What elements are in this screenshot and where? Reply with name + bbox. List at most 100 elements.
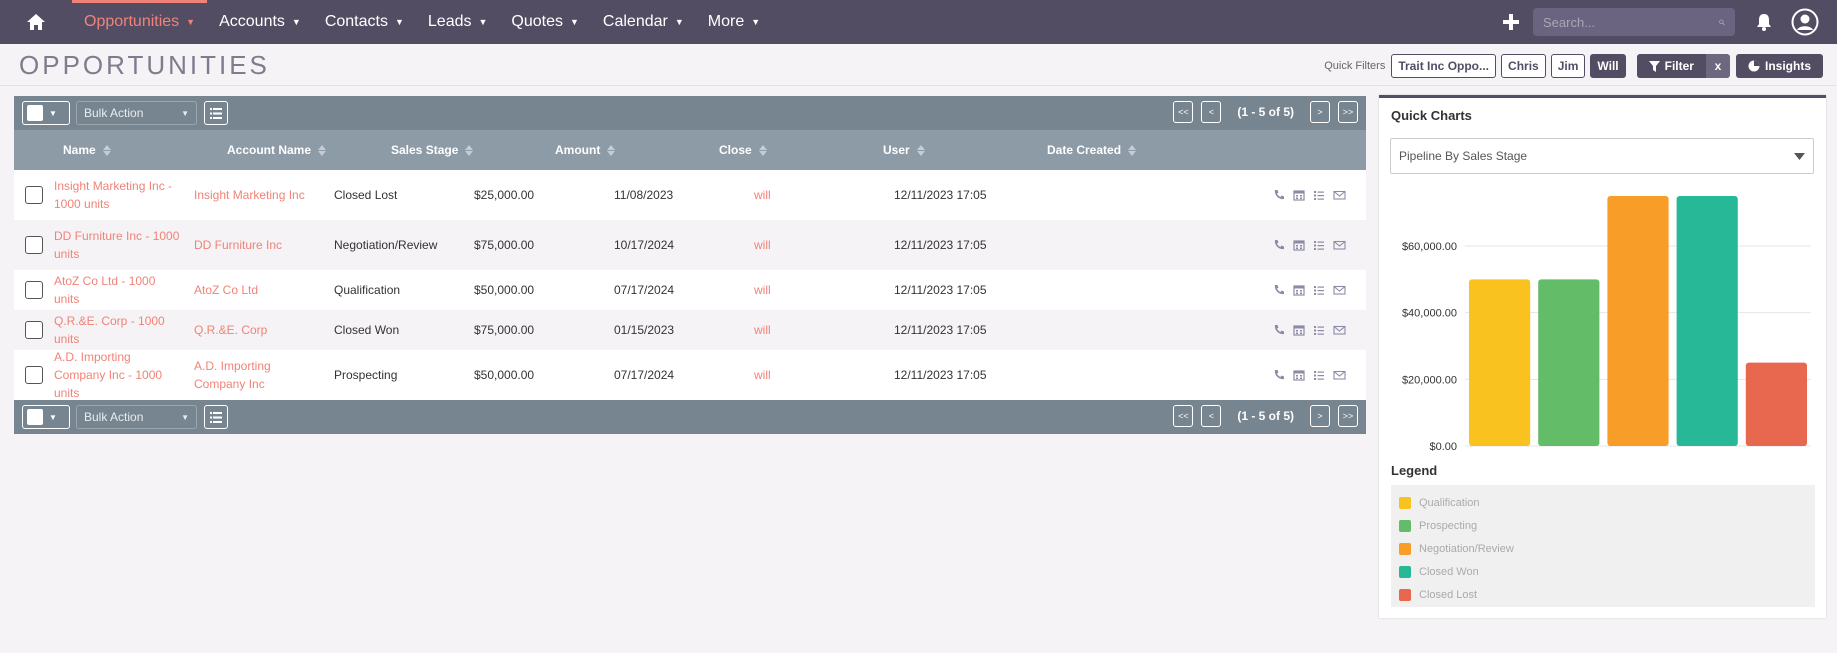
cell-account[interactable]: A.D. Importing Company Inc xyxy=(194,350,324,400)
bar-qualification[interactable] xyxy=(1469,279,1531,446)
column-header-sales-stage[interactable]: Sales Stage xyxy=(391,130,474,170)
select-all-dropdown[interactable]: ▼ xyxy=(22,405,70,429)
prev-page-button[interactable]: < xyxy=(1201,405,1222,427)
column-header-account-name[interactable]: Account Name xyxy=(227,130,327,170)
sort-icon[interactable] xyxy=(465,144,474,156)
bulk-action-dropdown[interactable]: Bulk Action ▼ xyxy=(76,101,197,125)
create-button[interactable] xyxy=(1489,13,1533,31)
next-page-button[interactable]: > xyxy=(1310,101,1330,123)
bar-closed-won[interactable] xyxy=(1676,196,1738,446)
column-header-date-created[interactable]: Date Created xyxy=(1047,130,1137,170)
cell-name[interactable]: A.D. Importing Company Inc - 1000 units xyxy=(54,350,184,400)
legend-item[interactable]: Closed Lost xyxy=(1399,583,1807,606)
row-checkbox[interactable] xyxy=(25,366,43,384)
legend-item[interactable]: Negotiation/Review xyxy=(1399,537,1807,560)
bar-prospecting[interactable] xyxy=(1538,279,1600,446)
cell-name[interactable]: Insight Marketing Inc - 1000 units xyxy=(54,170,184,220)
column-header-close[interactable]: Close xyxy=(719,130,767,170)
nav-item-quotes[interactable]: Quotes ▼ xyxy=(499,0,591,44)
legend-item[interactable]: Qualification xyxy=(1399,491,1807,514)
quick-filter-jim[interactable]: Jim xyxy=(1550,54,1586,78)
nav-item-accounts[interactable]: Accounts ▼ xyxy=(207,0,313,44)
home-button[interactable] xyxy=(0,0,72,44)
row-checkbox[interactable] xyxy=(25,186,43,204)
bulk-action-dropdown[interactable]: Bulk Action ▼ xyxy=(76,405,197,429)
bar-closed-lost[interactable] xyxy=(1745,362,1807,446)
cell-name[interactable]: DD Furniture Inc - 1000 units xyxy=(54,220,184,270)
calendar-icon[interactable] xyxy=(1293,239,1305,251)
cell-user[interactable]: will xyxy=(754,170,894,220)
column-header-user[interactable]: User xyxy=(883,130,925,170)
row-checkbox[interactable] xyxy=(25,281,43,299)
column-chooser-button[interactable] xyxy=(204,405,228,429)
select-all-checkbox[interactable] xyxy=(27,409,43,425)
select-all-checkbox[interactable] xyxy=(27,105,43,121)
email-icon[interactable] xyxy=(1333,189,1346,201)
legend-item[interactable]: Prospecting xyxy=(1399,514,1807,537)
notifications-button[interactable] xyxy=(1745,13,1783,31)
task-list-icon[interactable] xyxy=(1313,239,1325,251)
column-header-name[interactable]: Name xyxy=(63,130,111,170)
chart-type-select[interactable]: Pipeline By Sales Stage xyxy=(1390,138,1814,174)
last-page-button[interactable]: >> xyxy=(1338,405,1358,427)
nav-item-calendar[interactable]: Calendar ▼ xyxy=(591,0,696,44)
next-page-button[interactable]: > xyxy=(1310,405,1330,427)
sort-icon[interactable] xyxy=(758,144,767,156)
prev-page-button[interactable]: < xyxy=(1201,101,1222,123)
nav-item-opportunities[interactable]: Opportunities ▼ xyxy=(72,0,208,44)
select-all-dropdown[interactable]: ▼ xyxy=(22,101,70,125)
phone-icon[interactable] xyxy=(1273,189,1285,201)
clear-filter-button[interactable]: x xyxy=(1705,54,1730,78)
search-input[interactable] xyxy=(1543,14,1719,30)
cell-account[interactable]: Q.R.&E. Corp xyxy=(194,310,324,350)
column-header-amount[interactable]: Amount xyxy=(555,130,616,170)
nav-item-more[interactable]: More ▼ xyxy=(696,0,772,44)
cell-user[interactable]: will xyxy=(754,350,894,400)
quick-filter-will[interactable]: Will xyxy=(1590,54,1626,78)
sort-icon[interactable] xyxy=(1128,144,1137,156)
phone-icon[interactable] xyxy=(1273,239,1285,251)
cell-user[interactable]: will xyxy=(754,220,894,270)
sort-icon[interactable] xyxy=(318,144,327,156)
cell-user[interactable]: will xyxy=(754,270,894,310)
row-checkbox[interactable] xyxy=(25,321,43,339)
task-list-icon[interactable] xyxy=(1313,369,1325,381)
calendar-icon[interactable] xyxy=(1293,189,1305,201)
quick-filter-trait[interactable]: Trait Inc Oppo... xyxy=(1391,54,1497,78)
global-search[interactable] xyxy=(1533,8,1735,36)
nav-item-leads[interactable]: Leads ▼ xyxy=(416,0,500,44)
sort-icon[interactable] xyxy=(102,144,111,156)
column-chooser-button[interactable] xyxy=(204,101,228,125)
email-icon[interactable] xyxy=(1333,369,1346,381)
task-list-icon[interactable] xyxy=(1313,284,1325,296)
nav-item-contacts[interactable]: Contacts ▼ xyxy=(313,0,416,44)
email-icon[interactable] xyxy=(1333,324,1346,336)
user-menu-button[interactable] xyxy=(1783,8,1827,36)
task-list-icon[interactable] xyxy=(1313,189,1325,201)
calendar-icon[interactable] xyxy=(1293,324,1305,336)
phone-icon[interactable] xyxy=(1273,369,1285,381)
phone-icon[interactable] xyxy=(1273,284,1285,296)
calendar-icon[interactable] xyxy=(1293,369,1305,381)
sort-icon[interactable] xyxy=(607,144,616,156)
bar-negotiation-review[interactable] xyxy=(1607,196,1669,446)
task-list-icon[interactable] xyxy=(1313,324,1325,336)
search-icon[interactable] xyxy=(1719,16,1725,29)
last-page-button[interactable]: >> xyxy=(1338,101,1358,123)
email-icon[interactable] xyxy=(1333,284,1346,296)
cell-name[interactable]: Q.R.&E. Corp - 1000 units xyxy=(54,310,184,350)
calendar-icon[interactable] xyxy=(1293,284,1305,296)
cell-name[interactable]: AtoZ Co Ltd - 1000 units xyxy=(54,270,184,310)
cell-account[interactable]: Insight Marketing Inc xyxy=(194,170,324,220)
phone-icon[interactable] xyxy=(1273,324,1285,336)
insights-button[interactable]: Insights xyxy=(1735,54,1823,78)
cell-account[interactable]: DD Furniture Inc xyxy=(194,220,324,270)
first-page-button[interactable]: << xyxy=(1173,405,1194,427)
filter-button[interactable]: Filter xyxy=(1636,54,1706,78)
first-page-button[interactable]: << xyxy=(1173,101,1194,123)
sort-icon[interactable] xyxy=(916,144,925,156)
quick-filter-chris[interactable]: Chris xyxy=(1501,54,1546,78)
cell-account[interactable]: AtoZ Co Ltd xyxy=(194,270,324,310)
email-icon[interactable] xyxy=(1333,239,1346,251)
legend-item[interactable]: Closed Won xyxy=(1399,560,1807,583)
